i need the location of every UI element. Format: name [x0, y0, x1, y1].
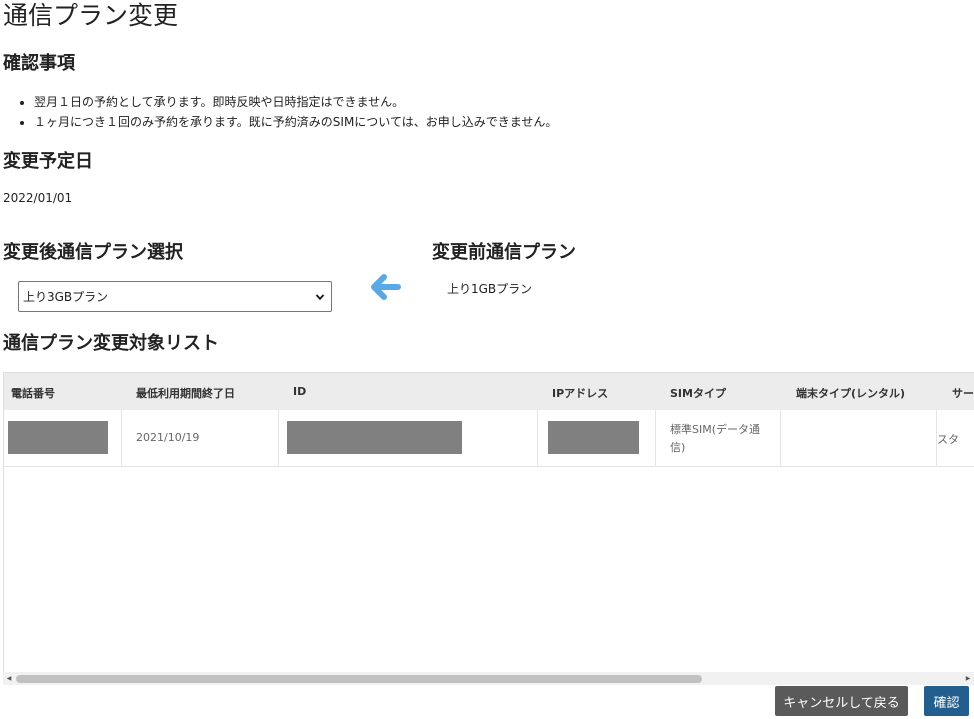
scroll-left-icon[interactable]: ◀ [3, 672, 15, 685]
cell-divider [655, 410, 656, 466]
cell-service: スタ [937, 433, 959, 446]
scroll-right-icon[interactable]: ▶ [962, 672, 974, 685]
list-item: 翌月１日の予約として承ります。即時反映や日時指定はできません。 [34, 92, 557, 112]
before-plan-heading: 変更前通信プラン [432, 242, 576, 263]
confirm-button[interactable]: 確認 [924, 686, 969, 716]
target-table: 電話番号 最低利用期間終了日 ID IPアドレス SIMタイプ 端末タイプ(レン… [3, 372, 974, 685]
confirm-notes: 翌月１日の予約として承ります。即時反映や日時指定はできません。 １ヶ月につき１回… [20, 92, 557, 132]
plan-select-value: 上り3GBプラン [23, 290, 109, 304]
cell-divider [121, 410, 122, 466]
page: 通信プラン変更 確認事項 翌月１日の予約として承ります。即時反映や日時指定はでき… [0, 0, 974, 719]
col-sim-type[interactable]: SIMタイプ [670, 385, 726, 401]
cell-divider [780, 410, 781, 466]
col-service[interactable]: サー [952, 385, 974, 401]
schedule-heading: 変更予定日 [3, 151, 93, 172]
col-device-type[interactable]: 端末タイプ(レンタル) [796, 385, 905, 401]
cell-sim-type-line2: 信) [670, 441, 686, 454]
cell-min-period-end: 2021/10/19 [136, 431, 200, 444]
col-min-period-end[interactable]: 最低利用期間終了日 [136, 385, 235, 401]
chevron-down-icon [315, 293, 325, 300]
masked-ip [548, 421, 639, 454]
target-list-heading: 通信プラン変更対象リスト [3, 333, 219, 354]
cell-divider [537, 410, 538, 466]
col-id[interactable]: ID [293, 385, 306, 398]
cell-sim-type-line1: 標準SIM(データ通 [670, 423, 761, 436]
table-row: 2021/10/19 標準SIM(データ通 信) スタ [4, 410, 974, 467]
masked-id [287, 421, 462, 454]
table-header: 電話番号 最低利用期間終了日 ID IPアドレス SIMタイプ 端末タイプ(レン… [4, 373, 974, 410]
scrollbar-thumb[interactable] [16, 675, 702, 683]
plan-select[interactable]: 上り3GBプラン [18, 281, 332, 312]
cancel-button[interactable]: キャンセルして戻る [775, 686, 908, 716]
schedule-date: 2022/01/01 [3, 191, 73, 205]
col-phone[interactable]: 電話番号 [11, 385, 55, 401]
list-item: １ヶ月につき１回のみ予約を承ります。既に予約済みのSIMについては、お申し込みで… [34, 112, 557, 132]
confirm-heading: 確認事項 [3, 53, 75, 74]
after-plan-heading: 変更後通信プラン選択 [3, 242, 183, 263]
page-title: 通信プラン変更 [3, 1, 179, 30]
masked-phone [8, 421, 108, 454]
arrow-left-icon [371, 274, 401, 300]
before-plan-value: 上り1GBプラン [447, 282, 533, 296]
col-ip[interactable]: IPアドレス [552, 385, 608, 401]
horizontal-scrollbar[interactable]: ◀ ▶ [3, 672, 974, 685]
cell-divider [278, 410, 279, 466]
